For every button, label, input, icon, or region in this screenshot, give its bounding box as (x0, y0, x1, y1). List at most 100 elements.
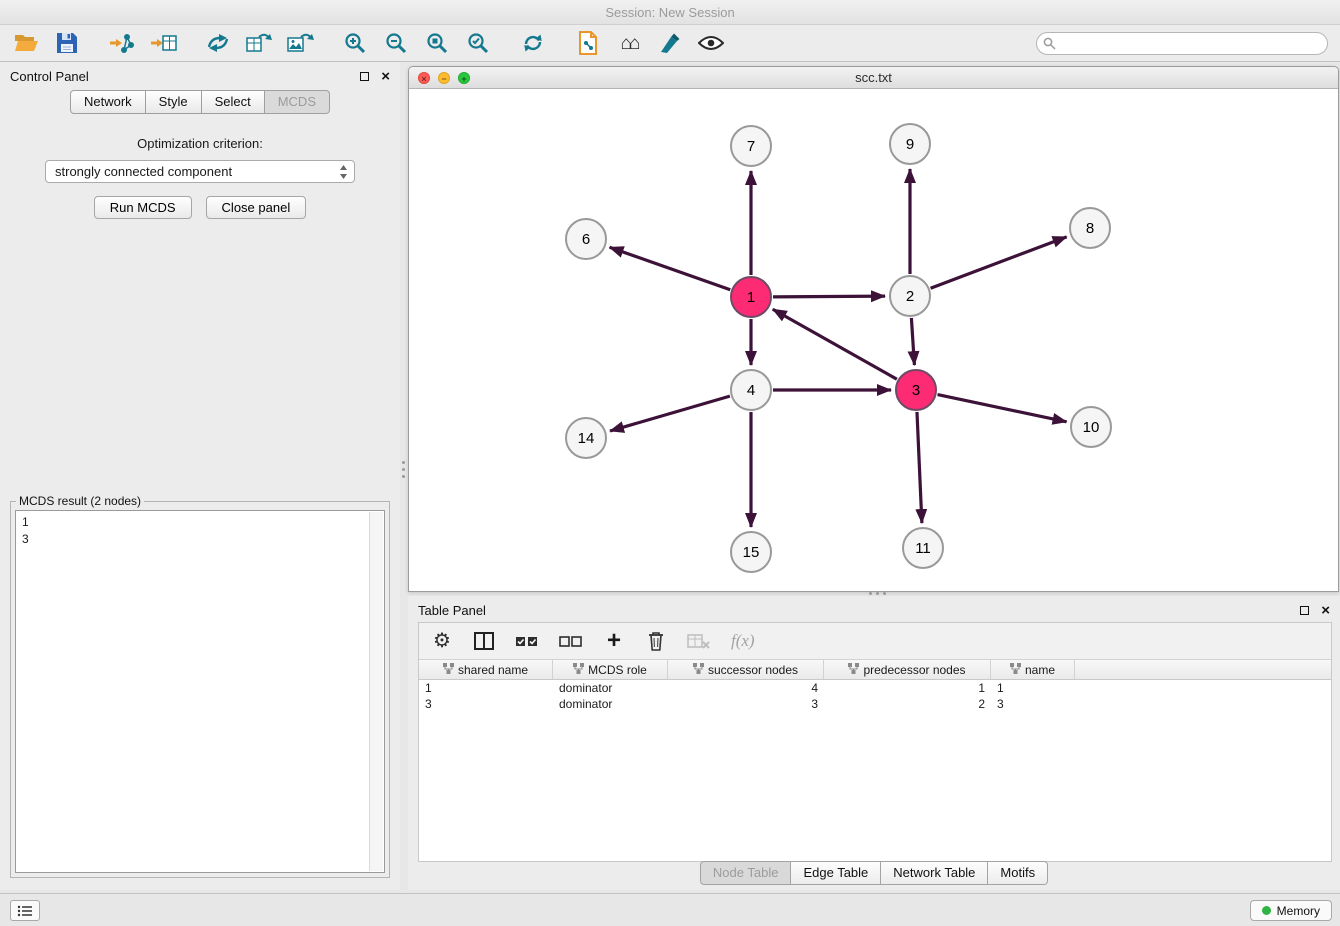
graph-edge-4-14[interactable] (610, 396, 730, 431)
graph-node-label-14: 14 (578, 430, 595, 447)
panel-menu-button[interactable] (10, 900, 40, 921)
show-columns-icon[interactable] (473, 628, 495, 654)
eye-icon[interactable] (697, 28, 725, 58)
close-panel-button[interactable]: Close panel (206, 196, 307, 219)
float-panel-icon[interactable] (360, 72, 369, 81)
table-cell[interactable]: dominator (553, 696, 668, 712)
search-box (1036, 32, 1328, 55)
network-window: × − + scc.txt 7968124314101511 (408, 66, 1339, 592)
table-cell[interactable]: 4 (668, 680, 824, 696)
zoom-in-icon[interactable] (341, 28, 369, 58)
zoom-selected-icon[interactable] (464, 28, 492, 58)
control-panel-tab-mcds[interactable]: MCDS (265, 90, 330, 114)
zoom-fit-icon[interactable] (423, 28, 451, 58)
network-graph-canvas[interactable]: 7968124314101511 (409, 89, 1338, 590)
table-cell[interactable]: 3 (991, 696, 1075, 712)
table-tab-node-table[interactable]: Node Table (700, 861, 792, 885)
optimization-criterion-dropdown[interactable]: strongly connected component (45, 160, 355, 183)
create-column-icon[interactable]: + (603, 628, 625, 654)
graph-node-label-8: 8 (1086, 220, 1094, 237)
table-cell[interactable]: 1 (991, 680, 1075, 696)
graph-edge-2-3[interactable] (911, 318, 914, 365)
control-panel-tab-style[interactable]: Style (146, 90, 202, 114)
graph-node-label-9: 9 (906, 136, 914, 153)
table-tab-edge-table[interactable]: Edge Table (791, 861, 881, 885)
memory-button[interactable]: Memory (1250, 900, 1332, 921)
column-header-name[interactable]: name (991, 660, 1075, 679)
delete-table-icon[interactable] (687, 628, 711, 654)
column-header-filler (1075, 660, 1331, 679)
open-session-icon[interactable] (12, 28, 40, 58)
close-table-panel-icon[interactable]: × (1321, 603, 1330, 618)
column-header-label: predecessor nodes (863, 663, 965, 677)
table-panel: Table Panel × ⚙ + (408, 596, 1340, 890)
import-table-icon[interactable] (149, 28, 177, 58)
unselect-all-columns-icon[interactable] (559, 628, 583, 654)
network-window-titlebar[interactable]: × − + scc.txt (409, 67, 1338, 89)
column-header-mcds-role[interactable]: MCDS role (553, 660, 668, 679)
delete-column-icon[interactable] (645, 628, 667, 654)
window-controls: × − + (418, 72, 470, 84)
table-cell[interactable]: 1 (419, 680, 553, 696)
result-scrollbar[interactable] (369, 512, 383, 871)
graph-node-label-11: 11 (915, 540, 931, 557)
home-icon[interactable]: ⌂⌂ (615, 28, 643, 58)
table-row[interactable]: 3dominator323 (419, 696, 1331, 712)
graph-edge-3-11[interactable] (917, 412, 922, 523)
table-tab-network-table[interactable]: Network Table (881, 861, 988, 885)
control-panel-tab-network[interactable]: Network (70, 90, 146, 114)
graph-edge-3-10[interactable] (938, 395, 1067, 422)
table-cell[interactable]: dominator (553, 680, 668, 696)
graph-node-label-15: 15 (743, 544, 760, 561)
zoom-out-icon[interactable] (382, 28, 410, 58)
export-table-icon[interactable] (245, 28, 273, 58)
clipboard-network-icon[interactable] (574, 28, 602, 58)
function-builder-icon[interactable]: f(x) (731, 628, 755, 654)
close-window-icon[interactable]: × (418, 72, 430, 84)
select-all-columns-icon[interactable] (515, 628, 539, 654)
column-header-predecessor-nodes[interactable]: predecessor nodes (824, 660, 991, 679)
vertical-splitter-handle[interactable] (400, 452, 407, 486)
zoom-window-icon[interactable]: + (458, 72, 470, 84)
control-panel-title: Control Panel (10, 69, 89, 84)
column-header-shared-name[interactable]: shared name (419, 660, 553, 679)
float-table-panel-icon[interactable] (1300, 606, 1309, 615)
control-panel-tab-select[interactable]: Select (202, 90, 265, 114)
export-network-icon[interactable] (204, 28, 232, 58)
graph-edge-3-1[interactable] (773, 309, 897, 379)
table-tab-motifs[interactable]: Motifs (988, 861, 1048, 885)
minimize-window-icon[interactable]: − (438, 72, 450, 84)
graph-edge-2-8[interactable] (931, 237, 1067, 288)
table-cell[interactable]: 1 (824, 680, 991, 696)
node-table-container: ⚙ + f(x) shared nameMCDS r (418, 622, 1332, 862)
table-body: 1dominator4113dominator323 (419, 680, 1331, 861)
close-panel-icon[interactable]: × (381, 69, 390, 84)
column-header-successor-nodes[interactable]: successor nodes (668, 660, 824, 679)
column-edit-icon (1010, 663, 1021, 677)
refresh-icon[interactable] (519, 28, 547, 58)
run-mcds-button[interactable]: Run MCDS (94, 196, 192, 219)
table-settings-gear-icon[interactable]: ⚙ (431, 628, 453, 654)
table-row[interactable]: 1dominator411 (419, 680, 1331, 696)
dropdown-spinner-icon (339, 164, 348, 180)
table-cell[interactable]: 3 (668, 696, 824, 712)
table-panel-header: Table Panel × (408, 596, 1340, 624)
optimization-criterion-label: Optimization criterion: (0, 136, 400, 151)
search-input[interactable] (1036, 32, 1328, 55)
memory-status-icon (1262, 906, 1271, 915)
import-network-icon[interactable] (108, 28, 136, 58)
table-cell[interactable]: 2 (824, 696, 991, 712)
table-cell[interactable]: 3 (419, 696, 553, 712)
graph-node-label-4: 4 (747, 382, 755, 399)
export-image-icon[interactable] (286, 28, 314, 58)
save-session-icon[interactable] (53, 28, 81, 58)
dropdown-selected-value: strongly connected component (55, 164, 232, 179)
status-bar: Memory (0, 893, 1340, 926)
style-brush-icon[interactable] (656, 28, 684, 58)
column-header-label: name (1025, 663, 1055, 677)
graph-edge-1-6[interactable] (610, 247, 731, 289)
graph-edge-1-2[interactable] (773, 296, 885, 297)
main-toolbar: ⌂⌂ (0, 25, 1340, 62)
mcds-result-text: 1 3 (16, 511, 384, 551)
control-panel: Control Panel × NetworkStyleSelectMCDS O… (0, 62, 400, 890)
